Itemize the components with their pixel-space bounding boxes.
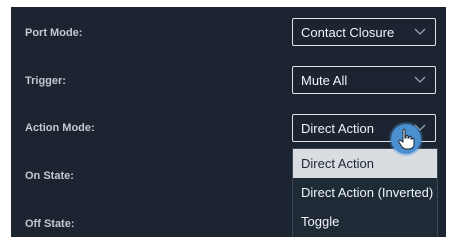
action-mode-value: Direct Action	[301, 121, 374, 136]
dropdown-option-direct-action-inverted[interactable]: Direct Action (Inverted)	[293, 178, 437, 207]
option-label: Direct Action	[301, 156, 374, 171]
trigger-label: Trigger:	[25, 75, 66, 87]
port-mode-value: Contact Closure	[301, 25, 395, 40]
port-mode-label: Port Mode:	[25, 27, 83, 39]
option-label: Direct Action (Inverted)	[301, 185, 434, 200]
chevron-down-icon	[414, 28, 426, 35]
dropdown-option-direct-action[interactable]: Direct Action	[293, 149, 437, 178]
cursor-highlight	[391, 124, 421, 154]
trigger-value: Mute All	[301, 73, 348, 88]
off-state-label: Off State:	[25, 218, 75, 230]
hand-pointer-icon	[398, 128, 415, 150]
chevron-down-icon	[414, 76, 426, 83]
trigger-select[interactable]: Mute All	[292, 66, 436, 94]
port-mode-select[interactable]: Contact Closure	[292, 18, 436, 46]
on-state-label: On State:	[25, 170, 74, 182]
action-mode-label: Action Mode:	[25, 122, 95, 134]
action-mode-dropdown-menu: Direct Action Direct Action (Inverted) T…	[292, 148, 438, 237]
settings-panel: Port Mode: Contact Closure Trigger: Mute…	[11, 7, 446, 237]
dropdown-option-toggle[interactable]: Toggle	[293, 207, 437, 236]
option-label: Toggle	[301, 214, 340, 229]
